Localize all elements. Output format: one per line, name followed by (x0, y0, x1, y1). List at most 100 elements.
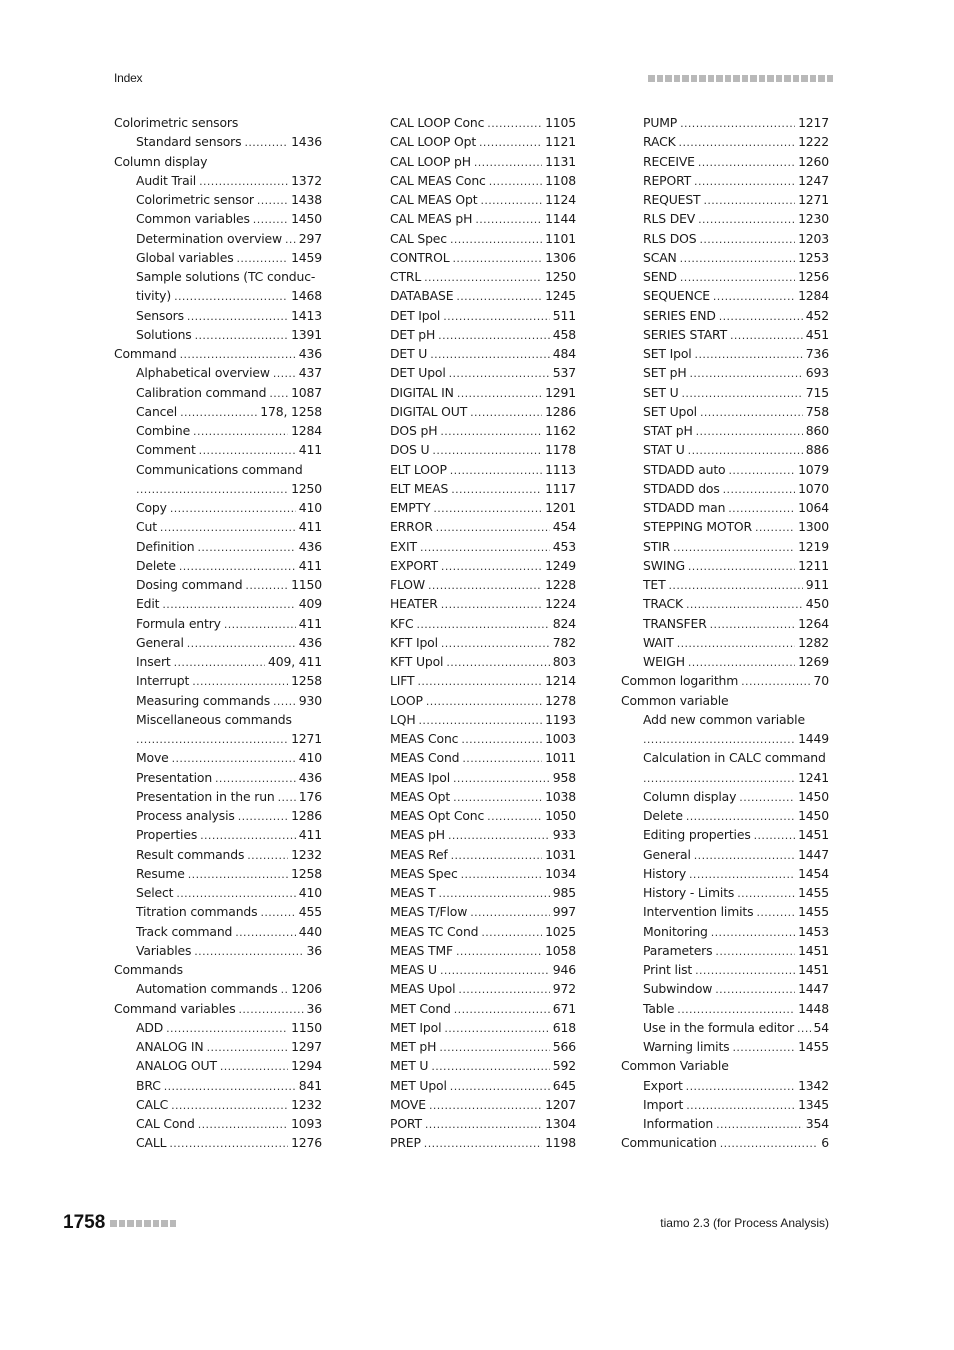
index-page-ref: 715 (805, 384, 829, 400)
index-entry: DIGITAL OUT 1286 (390, 402, 576, 421)
index-term: Definition (136, 538, 195, 554)
leader-dots (166, 1019, 288, 1037)
index-page-ref: 1131 (545, 153, 576, 169)
leader-dots (198, 1115, 288, 1133)
leader-dots (694, 846, 795, 864)
leader-dots (443, 307, 550, 325)
leader-dots (448, 826, 550, 844)
index-page-ref: 1038 (545, 788, 576, 804)
leader-dots (715, 980, 795, 998)
index-page-ref: 1219 (798, 538, 829, 554)
index-term: CONTROL (390, 249, 450, 265)
index-subentry: CALL 1276 (114, 1133, 322, 1152)
index-term: Miscellaneous commands (136, 711, 292, 727)
index-term: Calibration command (136, 384, 267, 400)
index-subentry: CAL Cond 1093 (114, 1114, 322, 1133)
index-page-ref: 671 (552, 1000, 576, 1016)
index-term: Colorimetric sensors (114, 115, 239, 130)
index-page-ref: 6 (821, 1135, 829, 1151)
index-term: DIGITAL IN (390, 384, 454, 400)
index-entry: MEAS TC Cond 1025 (390, 922, 576, 941)
decoration-square (826, 75, 833, 82)
index-subentry: Process analysis 1286 (114, 806, 322, 825)
index-term: LIFT (390, 673, 415, 689)
index-term: General (643, 846, 691, 862)
index-page-ref: 1342 (798, 1077, 829, 1093)
index-term: CAL Cond (136, 1116, 195, 1131)
footer-product-title: tiamo 2.3 (for Process Analysis) (660, 1216, 829, 1230)
index-term: KFT Ipol (390, 634, 438, 650)
leader-dots (239, 1000, 304, 1018)
index-subentry: Editing properties 1451 (621, 825, 829, 844)
leader-dots (689, 364, 802, 382)
leader-dots (195, 326, 288, 344)
index-entry: FLOW 1228 (390, 575, 576, 594)
index-page-ref: 1269 (798, 654, 829, 669)
index-entry: MEAS Spec 1034 (390, 864, 576, 883)
index-page-ref: 1454 (798, 865, 829, 881)
index-page-ref: 1276 (291, 1135, 322, 1151)
leader-dots (453, 788, 542, 806)
leader-dots (269, 384, 288, 402)
index-term: Sensors (136, 307, 184, 323)
index-subentry: Sample solutions (TC conduc- (114, 267, 322, 286)
index-term: STAT U (643, 442, 685, 458)
index-page-ref: 436 (298, 538, 322, 554)
index-term: Measuring commands (136, 692, 271, 708)
index-term: SET pH (643, 365, 687, 381)
index-subentry: Comment 411 (114, 440, 322, 459)
index-entry: MEAS Opt 1038 (390, 787, 576, 806)
index-subentry: Result commands 1232 (114, 845, 322, 864)
index-term: DET Ipol (390, 307, 441, 323)
index-entry: Command 436 (114, 344, 322, 363)
index-term: Automation commands (136, 981, 278, 997)
index-subentry: General 436 (114, 633, 322, 652)
leader-dots (686, 807, 795, 825)
index-term: Copy (136, 500, 167, 515)
index-term: DET pH (390, 326, 436, 342)
index-page-ref: 1455 (798, 885, 829, 900)
leader-dots (739, 788, 795, 806)
index-term: MEAS Conc (390, 731, 459, 746)
index-page-ref: 997 (552, 904, 576, 920)
index-term: MEAS TC Cond (390, 923, 479, 939)
index-subentry: Delete 1450 (621, 806, 829, 825)
index-entry: MEAS Conc 1003 (390, 729, 576, 748)
index-subentry: REPORT 1247 (621, 171, 829, 190)
index-page-ref: 1245 (545, 288, 576, 304)
index-page-ref: 1256 (798, 269, 829, 284)
index-term: CALC (136, 1096, 169, 1112)
index-term: Command variables (114, 1000, 236, 1016)
leader-dots (200, 826, 296, 844)
index-subentry: SEQUENCE 1284 (621, 286, 829, 305)
decoration-square (682, 75, 689, 82)
index-term: Cut (136, 519, 157, 535)
leader-dots (136, 730, 288, 748)
index-term: Variables (136, 942, 192, 958)
index-subentry: Common variables 1450 (114, 209, 322, 228)
index-page-ref: 1207 (545, 1096, 576, 1112)
index-page-ref: 1162 (545, 423, 576, 438)
index-term: Solutions (136, 326, 192, 342)
index-term: Communications command (136, 461, 303, 477)
index-entry: MEAS U 946 (390, 960, 576, 979)
index-page-ref: 592 (552, 1058, 576, 1074)
index-term: MEAS TMF (390, 942, 453, 958)
index-page-ref: 566 (552, 1039, 576, 1054)
index-page-ref: 1050 (545, 808, 576, 823)
index-page-ref: 1391 (291, 326, 322, 342)
index-page-ref: 1459 (291, 249, 322, 265)
leader-dots (677, 634, 795, 652)
leader-dots (729, 461, 796, 479)
leader-dots (737, 884, 795, 902)
leader-dots (723, 480, 795, 498)
index-page-ref: 1282 (798, 634, 829, 650)
index-page-ref: 1214 (545, 673, 576, 689)
index-term: History (643, 865, 687, 881)
index-term: KFT Upol (390, 654, 444, 669)
index-page-ref: 1193 (545, 711, 576, 727)
index-entry: CTRL 1250 (390, 267, 576, 286)
index-term: DOS U (390, 442, 430, 458)
index-term: DET U (390, 346, 428, 361)
leader-dots (199, 441, 296, 459)
